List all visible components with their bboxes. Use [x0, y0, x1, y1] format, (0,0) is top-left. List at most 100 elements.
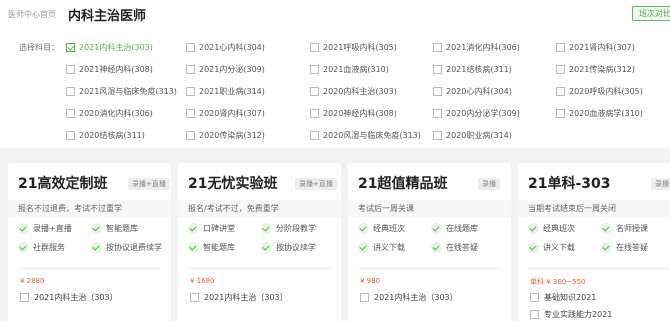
subject-checkbox[interactable]	[186, 43, 195, 52]
subject-checkbox[interactable]	[186, 87, 195, 96]
price-label: ¥ 1680	[190, 277, 215, 285]
check-circle-icon	[431, 223, 442, 234]
subject-option-label: 2021神经内科(308)	[79, 65, 153, 74]
subject-checkbox[interactable]	[310, 109, 319, 118]
subject-option-label: 2020呼吸内科(305)	[569, 87, 643, 96]
subject-checkbox[interactable]	[66, 43, 75, 52]
subject-option-label: 2021内科主治(303)	[79, 43, 153, 52]
subject-checkbox[interactable]	[433, 65, 442, 74]
card-title[interactable]: 21超值精品班	[358, 173, 447, 193]
feature-label: 在线题库	[446, 224, 478, 233]
subject-checkbox[interactable]	[433, 87, 442, 96]
feature-label: 录播+直播	[33, 224, 72, 233]
subject-option-label: 2021结核病(311)	[446, 65, 512, 74]
feature-label: 社群服务	[33, 243, 65, 252]
compare-classes-button[interactable]: 班次对比	[632, 6, 670, 21]
subject-option-label: 2020神经内科(308)	[323, 109, 397, 118]
card-description: 报名/考试不过，免费重学	[178, 200, 341, 217]
feature-label: 在线答疑	[446, 243, 478, 252]
subject-option-label: 2021心内科(304)	[199, 43, 265, 52]
feature-label: 在线答疑	[616, 243, 648, 252]
card-description: 当期考试结束后一周关闭	[518, 200, 670, 217]
card-divider	[188, 268, 331, 269]
check-circle-icon	[91, 242, 102, 253]
page-title: 内科主治医师	[68, 9, 147, 24]
subject-filter-panel: 选择科目： 2021内科主治(303) 2021心内科(304) 2021呼吸内科(…	[0, 30, 670, 148]
card-title[interactable]: 21无忧实验班	[188, 173, 277, 193]
subject-checkbox[interactable]	[433, 43, 442, 52]
subject-checkbox[interactable]	[66, 109, 75, 118]
card-description: 考试后一周关课	[348, 200, 511, 217]
subject-option-label: 2021肾内科(307)	[569, 43, 635, 52]
subject-checkbox[interactable]	[186, 65, 195, 74]
feature-label: 口碑讲堂	[203, 224, 235, 233]
subject-option-label: 2020职业病(314)	[446, 131, 512, 140]
subject-checkbox[interactable]	[310, 131, 319, 140]
feature-label: 分阶段教学	[276, 224, 316, 233]
check-circle-icon	[528, 223, 539, 234]
subject-checkbox[interactable]	[556, 109, 565, 118]
delivery-tag: 录播+直播	[295, 178, 337, 190]
check-circle-icon	[188, 242, 199, 253]
course-checkbox[interactable]	[190, 293, 199, 302]
subject-checkbox[interactable]	[433, 109, 442, 118]
subject-checkbox[interactable]	[310, 65, 319, 74]
price-label: ¥ 980	[360, 277, 381, 285]
feature-label: 按协议续学	[276, 243, 316, 252]
check-circle-icon	[358, 223, 369, 234]
subject-checkbox[interactable]	[66, 87, 75, 96]
check-circle-icon	[18, 242, 29, 253]
price-label: 单科 ¥ 300~550	[530, 278, 586, 286]
course-checkbox[interactable]	[20, 293, 29, 302]
feature-label: 讲义下载	[373, 243, 405, 252]
card-title[interactable]: 21单科-303	[528, 173, 611, 193]
subject-checkbox[interactable]	[186, 109, 195, 118]
subject-checkbox[interactable]	[66, 65, 75, 74]
feature-label: 名师授课	[616, 224, 648, 233]
feature-label: 经典班次	[543, 224, 575, 233]
subject-checkbox[interactable]	[433, 131, 442, 140]
breadcrumb[interactable]: 医师中心首页	[8, 9, 56, 20]
subject-checkbox[interactable]	[310, 43, 319, 52]
subject-option-label: 2020风湿与临床免疫(313)	[323, 131, 421, 140]
course-label: 专业实践能力2021	[544, 310, 613, 319]
course-label: 2021内科主治（303）	[34, 293, 118, 302]
subject-checkbox[interactable]	[310, 87, 319, 96]
subject-option-label: 2021血液病(310)	[323, 65, 389, 74]
subject-checkbox[interactable]	[186, 131, 195, 140]
feature-label: 智能题库	[203, 243, 235, 252]
subject-checkbox[interactable]	[556, 65, 565, 74]
subject-option-label: 2021传染病(312)	[569, 65, 635, 74]
check-circle-icon	[601, 223, 612, 234]
card-description: 报名不过退费，考试不过重学	[8, 200, 171, 217]
course-label: 2021内科主治（303）	[204, 293, 288, 302]
check-circle-icon	[261, 242, 272, 253]
subject-checkbox[interactable]	[66, 131, 75, 140]
check-circle-icon	[188, 223, 199, 234]
card-title[interactable]: 21高效定制班	[18, 173, 107, 193]
feature-label: 按协议退费续学	[106, 243, 162, 252]
subject-option-label: 2020心内科(304)	[446, 87, 512, 96]
card-divider	[528, 268, 670, 269]
check-circle-icon	[91, 223, 102, 234]
check-circle-icon	[261, 223, 272, 234]
subject-option-label: 2021呼吸内科(305)	[323, 43, 397, 52]
subject-option-label: 2021职业病(314)	[199, 87, 265, 96]
price-label: ¥ 2880	[20, 277, 45, 285]
filter-label: 选择科目：	[19, 43, 59, 52]
subject-option-label: 2020肾内科(307)	[199, 109, 265, 118]
course-checkbox[interactable]	[530, 293, 539, 302]
delivery-tag: 录播+直播	[128, 178, 170, 190]
course-checkbox[interactable]	[530, 310, 539, 319]
feature-label: 讲义下载	[543, 243, 575, 252]
course-checkbox[interactable]	[360, 293, 369, 302]
subject-option-label: 2020血液病学(310)	[569, 109, 643, 118]
course-label: 2021内科主治（303）	[374, 293, 458, 302]
subject-option-label: 2020内科主治(303)	[323, 87, 397, 96]
card-divider	[358, 268, 501, 269]
check-circle-icon	[18, 223, 29, 234]
subject-option-label: 2020内分泌学(309)	[446, 109, 520, 118]
subject-option-label: 2020结核病(311)	[79, 131, 145, 140]
subject-checkbox[interactable]	[556, 43, 565, 52]
subject-checkbox[interactable]	[556, 87, 565, 96]
